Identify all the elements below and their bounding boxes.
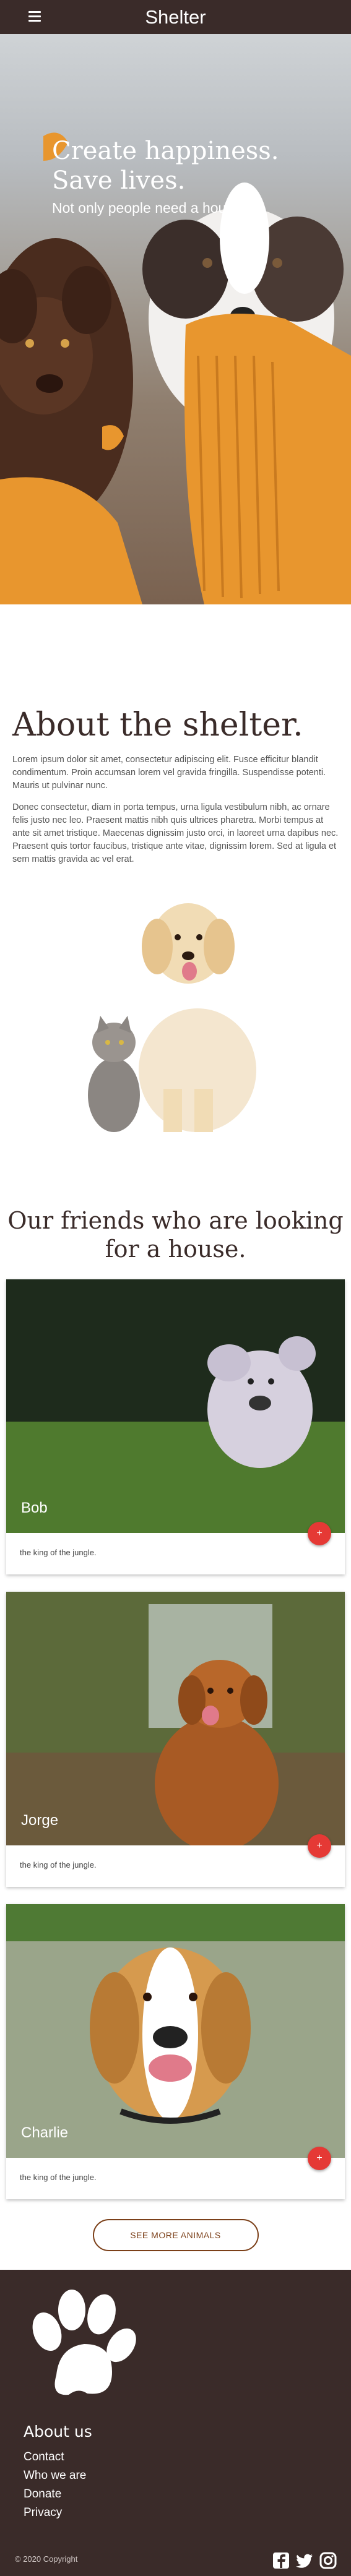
pet-card-charlie[interactable]: Charlie + the king of the jungle. [6,1904,345,2199]
brand-title[interactable]: Shelter [0,6,351,28]
pet-name: Jorge [21,1812,59,1829]
footer-links: Contact Who we are Donate Privacy [24,2448,86,2522]
instagram-icon[interactable] [319,2551,337,2570]
add-pet-button[interactable]: + [308,2147,331,2170]
footer-link-privacy[interactable]: Privacy [24,2504,86,2522]
see-more-container: SEE MORE ANIMALS [6,2217,345,2264]
hero-title-line2: Save lives. [52,166,186,195]
footer-link-donate[interactable]: Donate [24,2485,86,2504]
facebook-icon[interactable] [272,2551,290,2570]
pet-photo: Jorge [6,1592,345,1845]
copyright-text: © 2020 Copyright [15,2554,78,2564]
friends-title: Our friends who are looking for a house. [7,1207,344,1263]
twitter-icon[interactable] [295,2551,314,2570]
social-links [272,2551,337,2570]
footer-link-who-we-are[interactable]: Who we are [24,2467,86,2485]
pet-photo: Bob [6,1279,345,1533]
pet-card-jorge[interactable]: Jorge + the king of the jungle. [6,1592,345,1887]
bob-dog-image [6,1279,345,1533]
add-pet-button[interactable]: + [308,1522,331,1545]
pet-description: the king of the jungle. [20,1860,97,1870]
see-more-animals-button[interactable]: SEE MORE ANIMALS [92,2219,259,2251]
hero-title: Create happiness. Save lives. [52,136,279,195]
friends-section: Our friends who are looking for a house.… [0,1138,351,2264]
footer-link-contact[interactable]: Contact [24,2448,86,2467]
paw-logo-icon [32,2290,136,2395]
about-paragraph-1: Lorem ipsum dolor sit amet, consectetur … [12,755,326,791]
add-pet-button[interactable]: + [308,1834,331,1858]
hero-banner: Create happiness. Save lives. Not only p… [0,34,351,604]
hero-title-line1: Create happiness. [52,137,279,165]
footer: About us Contact Who we are Donate Priva… [0,2270,351,2576]
about-paragraph-2: Donec consectetur, diam in porta tempus,… [12,802,339,864]
hero-subtitle: Not only people need a house. [52,200,246,216]
pet-name: Charlie [21,2124,69,2141]
pet-photo: Charlie [6,1904,345,2158]
about-section: About the shelter. Lorem ipsum dolor sit… [0,604,351,1138]
hero-dogs-image [0,132,351,604]
pet-card-bob[interactable]: Bob + the king of the jungle. [6,1279,345,1574]
dog-and-cat-image [87,903,256,1132]
pet-description: the king of the jungle. [20,1548,97,1557]
about-title: About the shelter. [12,706,303,744]
charlie-dog-image [6,1904,345,2158]
footer-title: About us [24,2423,92,2441]
pet-name: Bob [21,1500,48,1516]
top-navbar: Shelter [0,0,351,34]
jorge-dog-image [6,1592,345,1845]
pet-description: the king of the jungle. [20,2173,97,2182]
